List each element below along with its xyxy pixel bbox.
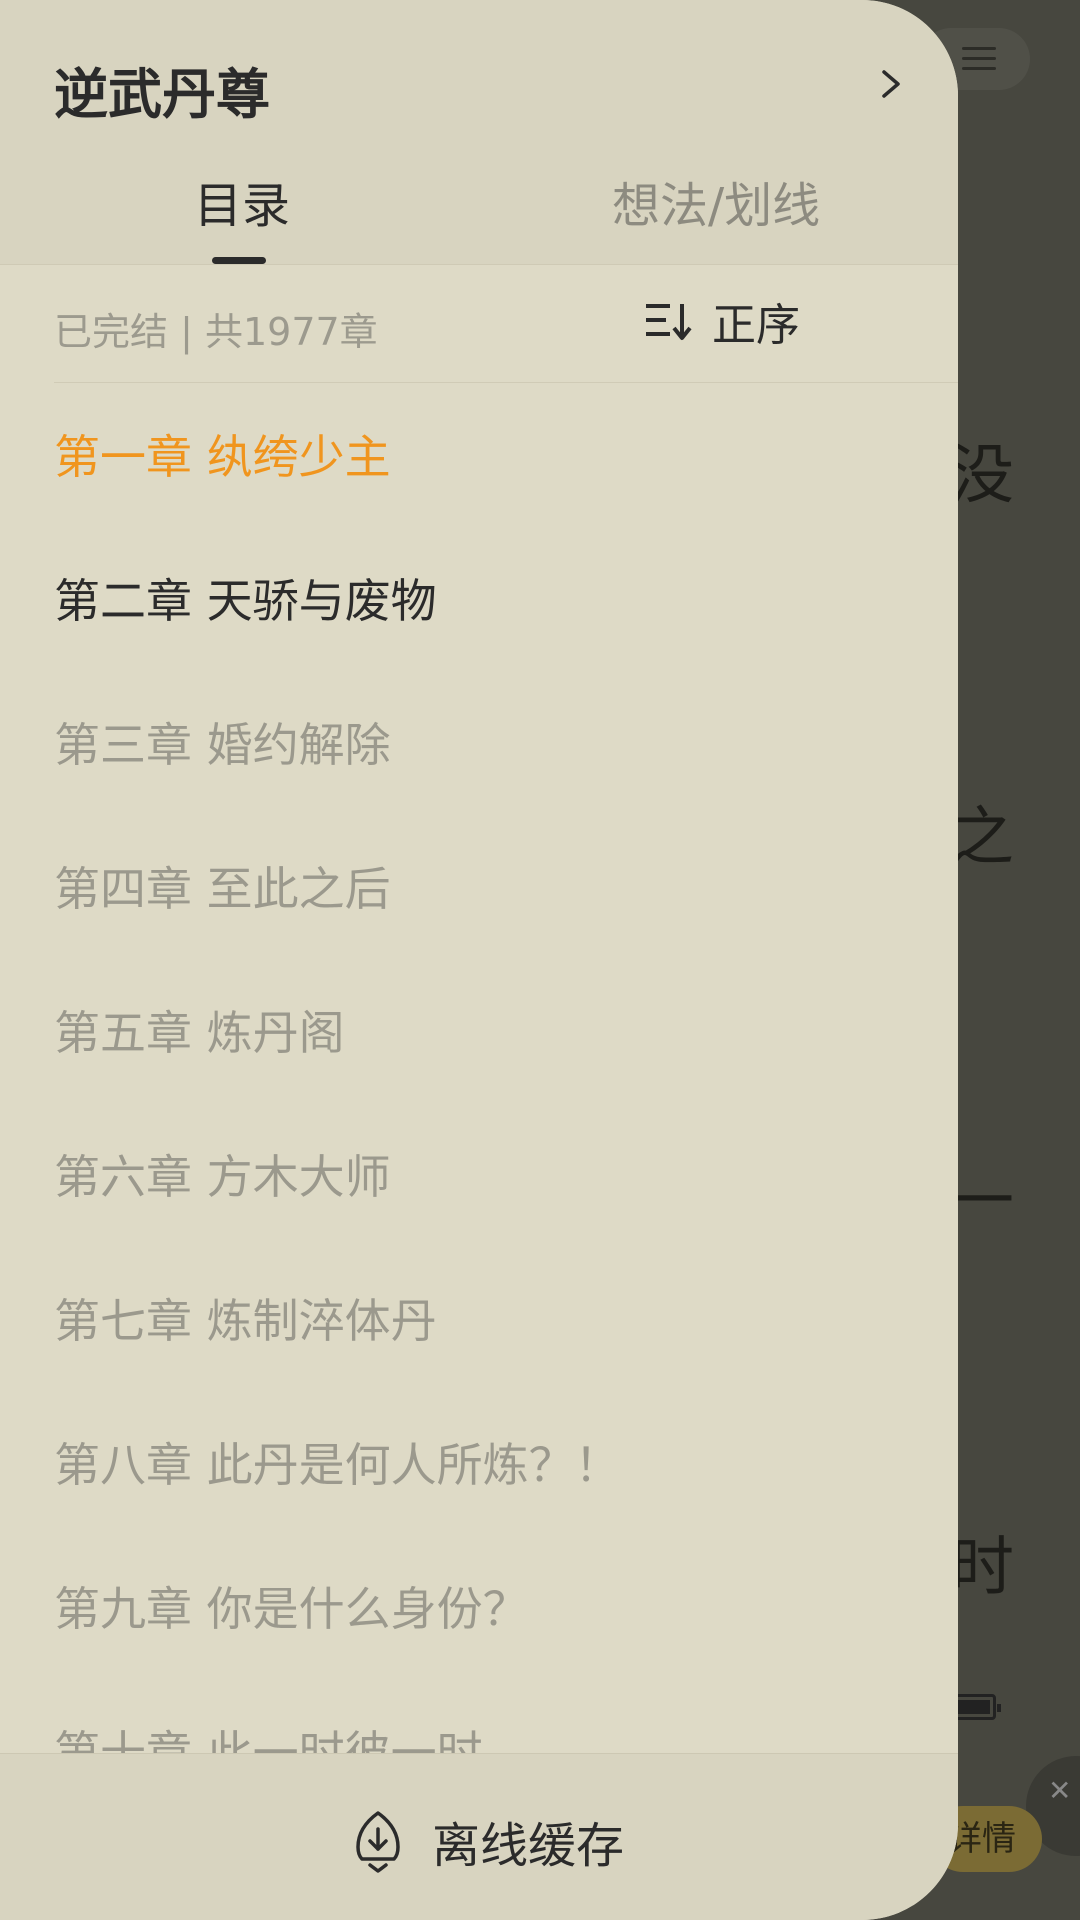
toc-drawer: 逆武丹尊 目录 想法/划线 已完结 | 共1977章 正序 第一章 纨绔少主 第… — [0, 0, 958, 1920]
tab-notes-highlights[interactable]: 想法/划线 — [612, 166, 820, 236]
menu-icon-bar — [962, 67, 996, 70]
drawer-footer: 离线缓存 — [0, 1753, 958, 1920]
chapter-list[interactable]: 第一章 纨绔少主 第二章 天骄与废物 第三章 婚约解除 第四章 至此之后 第五章… — [0, 383, 958, 1753]
reader-text-fragment: 之 — [950, 801, 1014, 875]
drawer-header: 逆武丹尊 目录 想法/划线 — [0, 0, 958, 264]
menu-icon-bar — [962, 57, 996, 60]
chapter-item-current[interactable]: 第一章 纨绔少主 — [54, 412, 391, 502]
book-status-text: 已完结 | 共1977章 — [54, 310, 378, 354]
reader-screen: 没 之 一 时 ✕ 详情 逆武丹尊 目录 想法/划线 已完结 | 共1977章 — [0, 0, 1080, 1920]
menu-icon — [962, 47, 996, 50]
offline-cache-button[interactable]: 离线缓存 — [350, 1806, 624, 1876]
chapter-item[interactable]: 第四章 至此之后 — [54, 844, 391, 934]
chapter-item[interactable]: 第九章 你是什么身份？ — [54, 1564, 529, 1654]
reader-text-fragment: 一 — [950, 1165, 1014, 1239]
battery-level — [956, 1700, 990, 1714]
reader-text-fragment: 没 — [950, 439, 1014, 513]
download-cache-icon — [356, 1811, 400, 1873]
chapter-item[interactable]: 第七章 炼制淬体丹 — [54, 1276, 437, 1366]
sort-order-button[interactable]: 正序 — [644, 293, 800, 351]
sort-order-icon — [646, 304, 692, 340]
offline-cache-label: 离线缓存 — [432, 1818, 625, 1874]
book-title[interactable]: 逆武丹尊 — [54, 50, 270, 129]
chapter-item[interactable]: 第六章 方木大师 — [54, 1132, 391, 1222]
chapter-item[interactable]: 第二章 天骄与废物 — [54, 556, 437, 646]
active-tab-indicator — [212, 257, 266, 264]
toc-info-row: 已完结 | 共1977章 正序 — [0, 265, 958, 383]
chapter-item[interactable]: 第八章 此丹是何人所炼？！ — [54, 1420, 621, 1510]
chapter-item[interactable]: 第五章 炼丹阁 — [54, 988, 345, 1078]
tab-toc[interactable]: 目录 — [194, 166, 290, 236]
close-icon: ✕ — [1048, 1774, 1072, 1807]
chapter-item[interactable]: 第十章 此一时彼一时 — [54, 1708, 483, 1753]
reader-text-fragment: 时 — [950, 1531, 1014, 1605]
chapter-item[interactable]: 第三章 婚约解除 — [54, 700, 391, 790]
chevron-right-icon[interactable] — [876, 64, 906, 104]
sort-order-label: 正序 — [712, 300, 800, 351]
